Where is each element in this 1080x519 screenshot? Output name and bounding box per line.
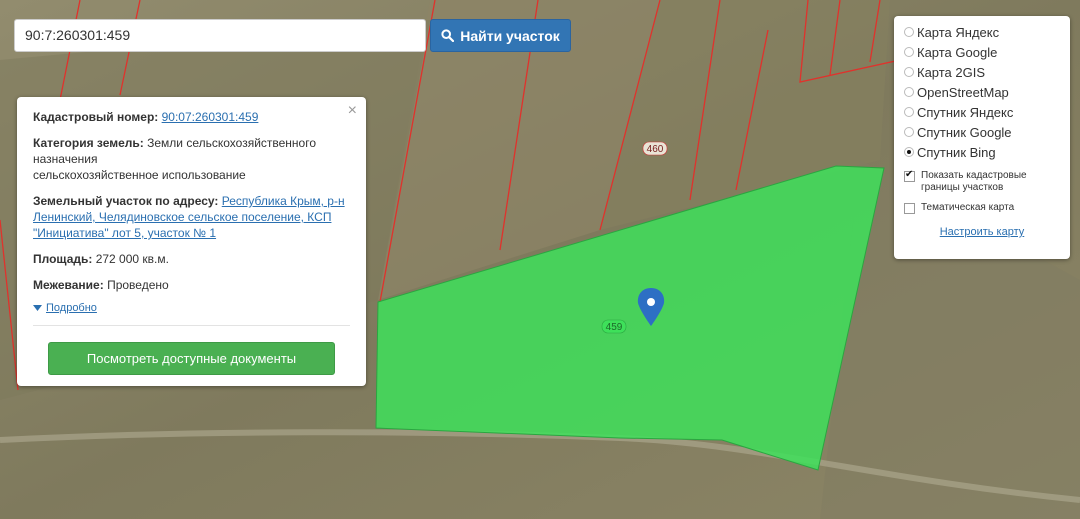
radio-button[interactable] — [904, 107, 914, 117]
radio-button-selected[interactable] — [904, 147, 914, 157]
land-category-label: Категория земель: — [33, 136, 144, 150]
cadastral-number-label: Кадастровый номер: — [33, 110, 159, 124]
layer-option-label: Спутник Яндекс — [917, 104, 1014, 120]
divider — [33, 325, 350, 326]
layer-option-google-map[interactable]: Карта Google — [904, 42, 1070, 62]
survey-value: Проведено — [107, 278, 169, 292]
thematic-map-label: Тематическая карта — [921, 202, 1015, 213]
address-label: Земельный участок по адресу: — [33, 194, 219, 208]
layer-option-label: Карта 2GIS — [917, 64, 986, 80]
land-category-value-3: сельскохозяйственное использование — [33, 168, 246, 182]
layer-option-google-satellite[interactable]: Спутник Google — [904, 122, 1070, 142]
cadastral-number-link[interactable]: 90:07:260301:459 — [162, 110, 259, 124]
parcel-number-460: 460 — [647, 144, 664, 155]
show-borders-option[interactable]: Показать кадастровые границы участков — [904, 169, 1070, 194]
address-row: Земельный участок по адресу: Республика … — [33, 193, 350, 241]
radio-button[interactable] — [904, 47, 914, 57]
layer-option-label: Спутник Google — [917, 124, 1012, 140]
more-details-link[interactable]: Подробно — [33, 300, 97, 316]
layer-option-yandex-map[interactable]: Карта Яндекс — [904, 22, 1070, 42]
layer-option-label: Карта Яндекс — [917, 24, 1000, 40]
layer-option-label: Спутник Bing — [917, 144, 996, 160]
search-icon — [441, 29, 455, 42]
parcel-label-460: 460 — [642, 141, 668, 156]
land-category-value-2: назначения — [33, 152, 98, 166]
survey-label: Межевание: — [33, 278, 104, 292]
cadastral-search-input[interactable]: 90:7:260301:459 — [14, 19, 426, 52]
configure-map-link[interactable]: Настроить карту — [904, 226, 1070, 238]
view-documents-button[interactable]: Посмотреть доступные документы — [48, 342, 335, 375]
find-parcel-button-label: Найти участок — [460, 27, 560, 44]
parcel-number-459: 459 — [606, 322, 623, 333]
radio-button[interactable] — [904, 87, 914, 97]
thematic-map-option[interactable]: Тематическая карта — [904, 202, 1070, 214]
layer-option-label: Карта Google — [917, 44, 998, 60]
layer-option-label: OpenStreetMap — [917, 84, 1009, 100]
show-borders-checkbox[interactable] — [904, 169, 915, 182]
view-documents-label: Посмотреть доступные документы — [86, 350, 297, 366]
area-value: 272 000 кв.м. — [95, 252, 169, 266]
map-layers-panel: Карта Яндекс Карта Google Карта 2GIS Ope… — [894, 16, 1070, 259]
find-parcel-button[interactable]: Найти участок — [430, 19, 571, 52]
thematic-map-checkbox[interactable] — [904, 203, 915, 214]
survey-row: Межевание: Проведено — [33, 277, 350, 293]
close-icon[interactable]: × — [348, 103, 357, 119]
layer-option-yandex-satellite[interactable]: Спутник Яндекс — [904, 102, 1070, 122]
area-row: Площадь: 272 000 кв.м. — [33, 251, 350, 267]
radio-button[interactable] — [904, 127, 914, 137]
show-borders-label: Показать кадастровые границы участков — [921, 170, 1027, 193]
parcel-label-459: 459 — [601, 319, 627, 334]
more-details-label: Подробно — [46, 302, 97, 314]
radio-button[interactable] — [904, 67, 914, 77]
layer-option-2gis-map[interactable]: Карта 2GIS — [904, 62, 1070, 82]
layer-option-bing-satellite[interactable]: Спутник Bing — [904, 142, 1070, 162]
cadastral-number-row: Кадастровый номер: 90:07:260301:459 — [33, 109, 350, 125]
radio-button[interactable] — [904, 27, 914, 37]
parcel-info-panel: × Кадастровый номер: 90:07:260301:459 Ка… — [17, 97, 366, 386]
area-label: Площадь: — [33, 252, 93, 266]
land-category-row: Категория земель: Земли сельскохозяйстве… — [33, 135, 350, 183]
layer-option-openstreetmap[interactable]: OpenStreetMap — [904, 82, 1070, 102]
land-category-value-1: Земли сельскохозяйственного — [147, 136, 317, 150]
triangle-down-icon — [33, 305, 42, 311]
